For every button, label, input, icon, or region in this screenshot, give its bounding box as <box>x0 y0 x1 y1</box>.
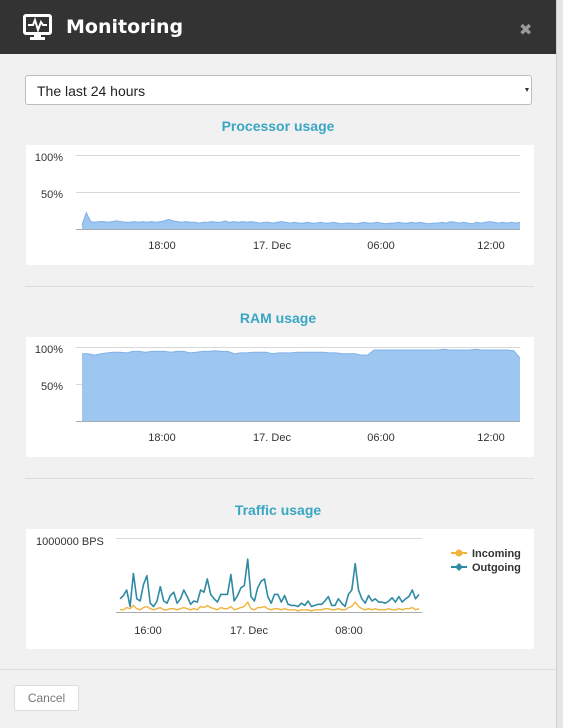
monitor-pulse-icon <box>23 14 52 40</box>
series-area <box>82 212 520 229</box>
x-tick-label: 18:00 <box>148 240 176 252</box>
chevron-down-icon <box>525 88 529 92</box>
x-tick-label: 17. Dec <box>253 432 291 444</box>
x-tick-label: 12:00 <box>477 240 505 252</box>
dialog-header: Monitoring ✖ <box>0 0 556 54</box>
close-icon[interactable]: ✖ <box>519 20 532 40</box>
page-scrollbar[interactable] <box>556 0 563 728</box>
x-tick-label: 17. Dec <box>253 240 291 252</box>
y-tick-label: 100% <box>35 344 63 356</box>
time-range-value: The last 24 hours <box>37 83 146 99</box>
x-tick-label: 06:00 <box>367 240 395 252</box>
section-divider <box>25 286 534 287</box>
dialog-title: Monitoring <box>66 16 184 38</box>
x-tick-label: 12:00 <box>477 432 505 444</box>
y-tick-label: 50% <box>41 381 63 393</box>
cancel-button[interactable]: Cancel <box>14 685 79 711</box>
plot-area <box>76 347 521 422</box>
legend-marker-outgoing <box>455 563 463 571</box>
x-tick-label: 16:00 <box>134 625 162 637</box>
chart-legend: Incoming Outgoing <box>451 548 521 574</box>
legend-marker-incoming <box>455 549 463 557</box>
plot-area <box>76 155 521 230</box>
monitoring-dialog: Monitoring ✖ The last 24 hours Processor… <box>0 0 556 728</box>
y-tick-label: 50% <box>41 189 63 201</box>
section-divider <box>25 478 534 479</box>
x-tick-label: 17. Dec <box>230 625 268 637</box>
y-tick-label: 1000000 BPS <box>36 536 104 548</box>
traffic-usage-title: Traffic usage <box>234 502 322 518</box>
legend-label-incoming: Incoming <box>472 548 521 560</box>
ram-usage-chart: 100% 50% 18:00 17. Dec 06:00 12:00 <box>26 337 534 457</box>
traffic-usage-chart: 1000000 BPS 16:00 17. Dec 08:00 Incoming… <box>26 529 534 649</box>
series-line-incoming <box>120 601 420 612</box>
x-tick-label: 18:00 <box>148 432 176 444</box>
ram-usage-title: RAM usage <box>239 310 317 326</box>
series-line-outgoing <box>119 558 420 608</box>
dialog-footer: Cancel <box>0 669 556 728</box>
x-tick-label: 08:00 <box>335 625 363 637</box>
processor-usage-chart: 100% 50% 18:00 17. Dec 06:00 12:00 <box>26 145 534 265</box>
processor-usage-title: Processor usage <box>221 118 335 134</box>
traffic-usage-svg: 1000000 BPS 16:00 17. Dec 08:00 Incoming… <box>36 536 521 637</box>
legend-label-outgoing: Outgoing <box>472 562 521 574</box>
ram-usage-svg: 100% 50% 18:00 17. Dec 06:00 12:00 <box>35 344 521 444</box>
traffic-lines <box>119 558 420 612</box>
processor-usage-svg: 100% 50% 18:00 17. Dec 06:00 12:00 <box>35 152 521 252</box>
series-area <box>82 349 520 421</box>
y-tick-label: 100% <box>35 152 63 164</box>
time-range-select[interactable]: The last 24 hours <box>25 75 532 105</box>
x-tick-label: 06:00 <box>367 432 395 444</box>
